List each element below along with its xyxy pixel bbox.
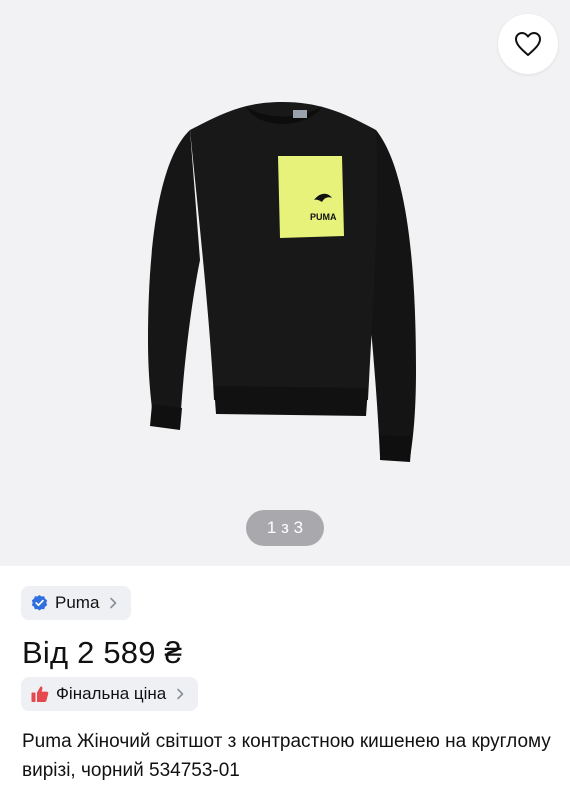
favorite-button[interactable] [498,14,558,74]
thumbs-up-icon [31,686,49,702]
image-counter: 1 з 3 [246,510,324,546]
chevron-right-icon [177,688,184,700]
product-image-gallery[interactable]: PUMA 1 з 3 [0,0,570,566]
brand-name: Puma [55,593,100,612]
verified-badge-icon [31,594,48,611]
final-price-label: Фінальна ціна [56,684,167,703]
heart-icon [515,32,541,56]
product-price: Від 2 589 ₴ [22,635,182,670]
product-title: Puma Жіночий світшот з контрастною кишен… [22,731,551,781]
product-details: Puma Від 2 589 ₴ Фінальна ціна Puma Жіно… [0,566,570,800]
brand-link[interactable]: Puma [21,586,132,620]
chevron-right-icon [110,597,117,609]
final-price-badge[interactable]: Фінальна ціна [21,677,199,711]
product-image[interactable]: PUMA [118,90,448,470]
pocket-logo-text: PUMA [310,212,337,222]
